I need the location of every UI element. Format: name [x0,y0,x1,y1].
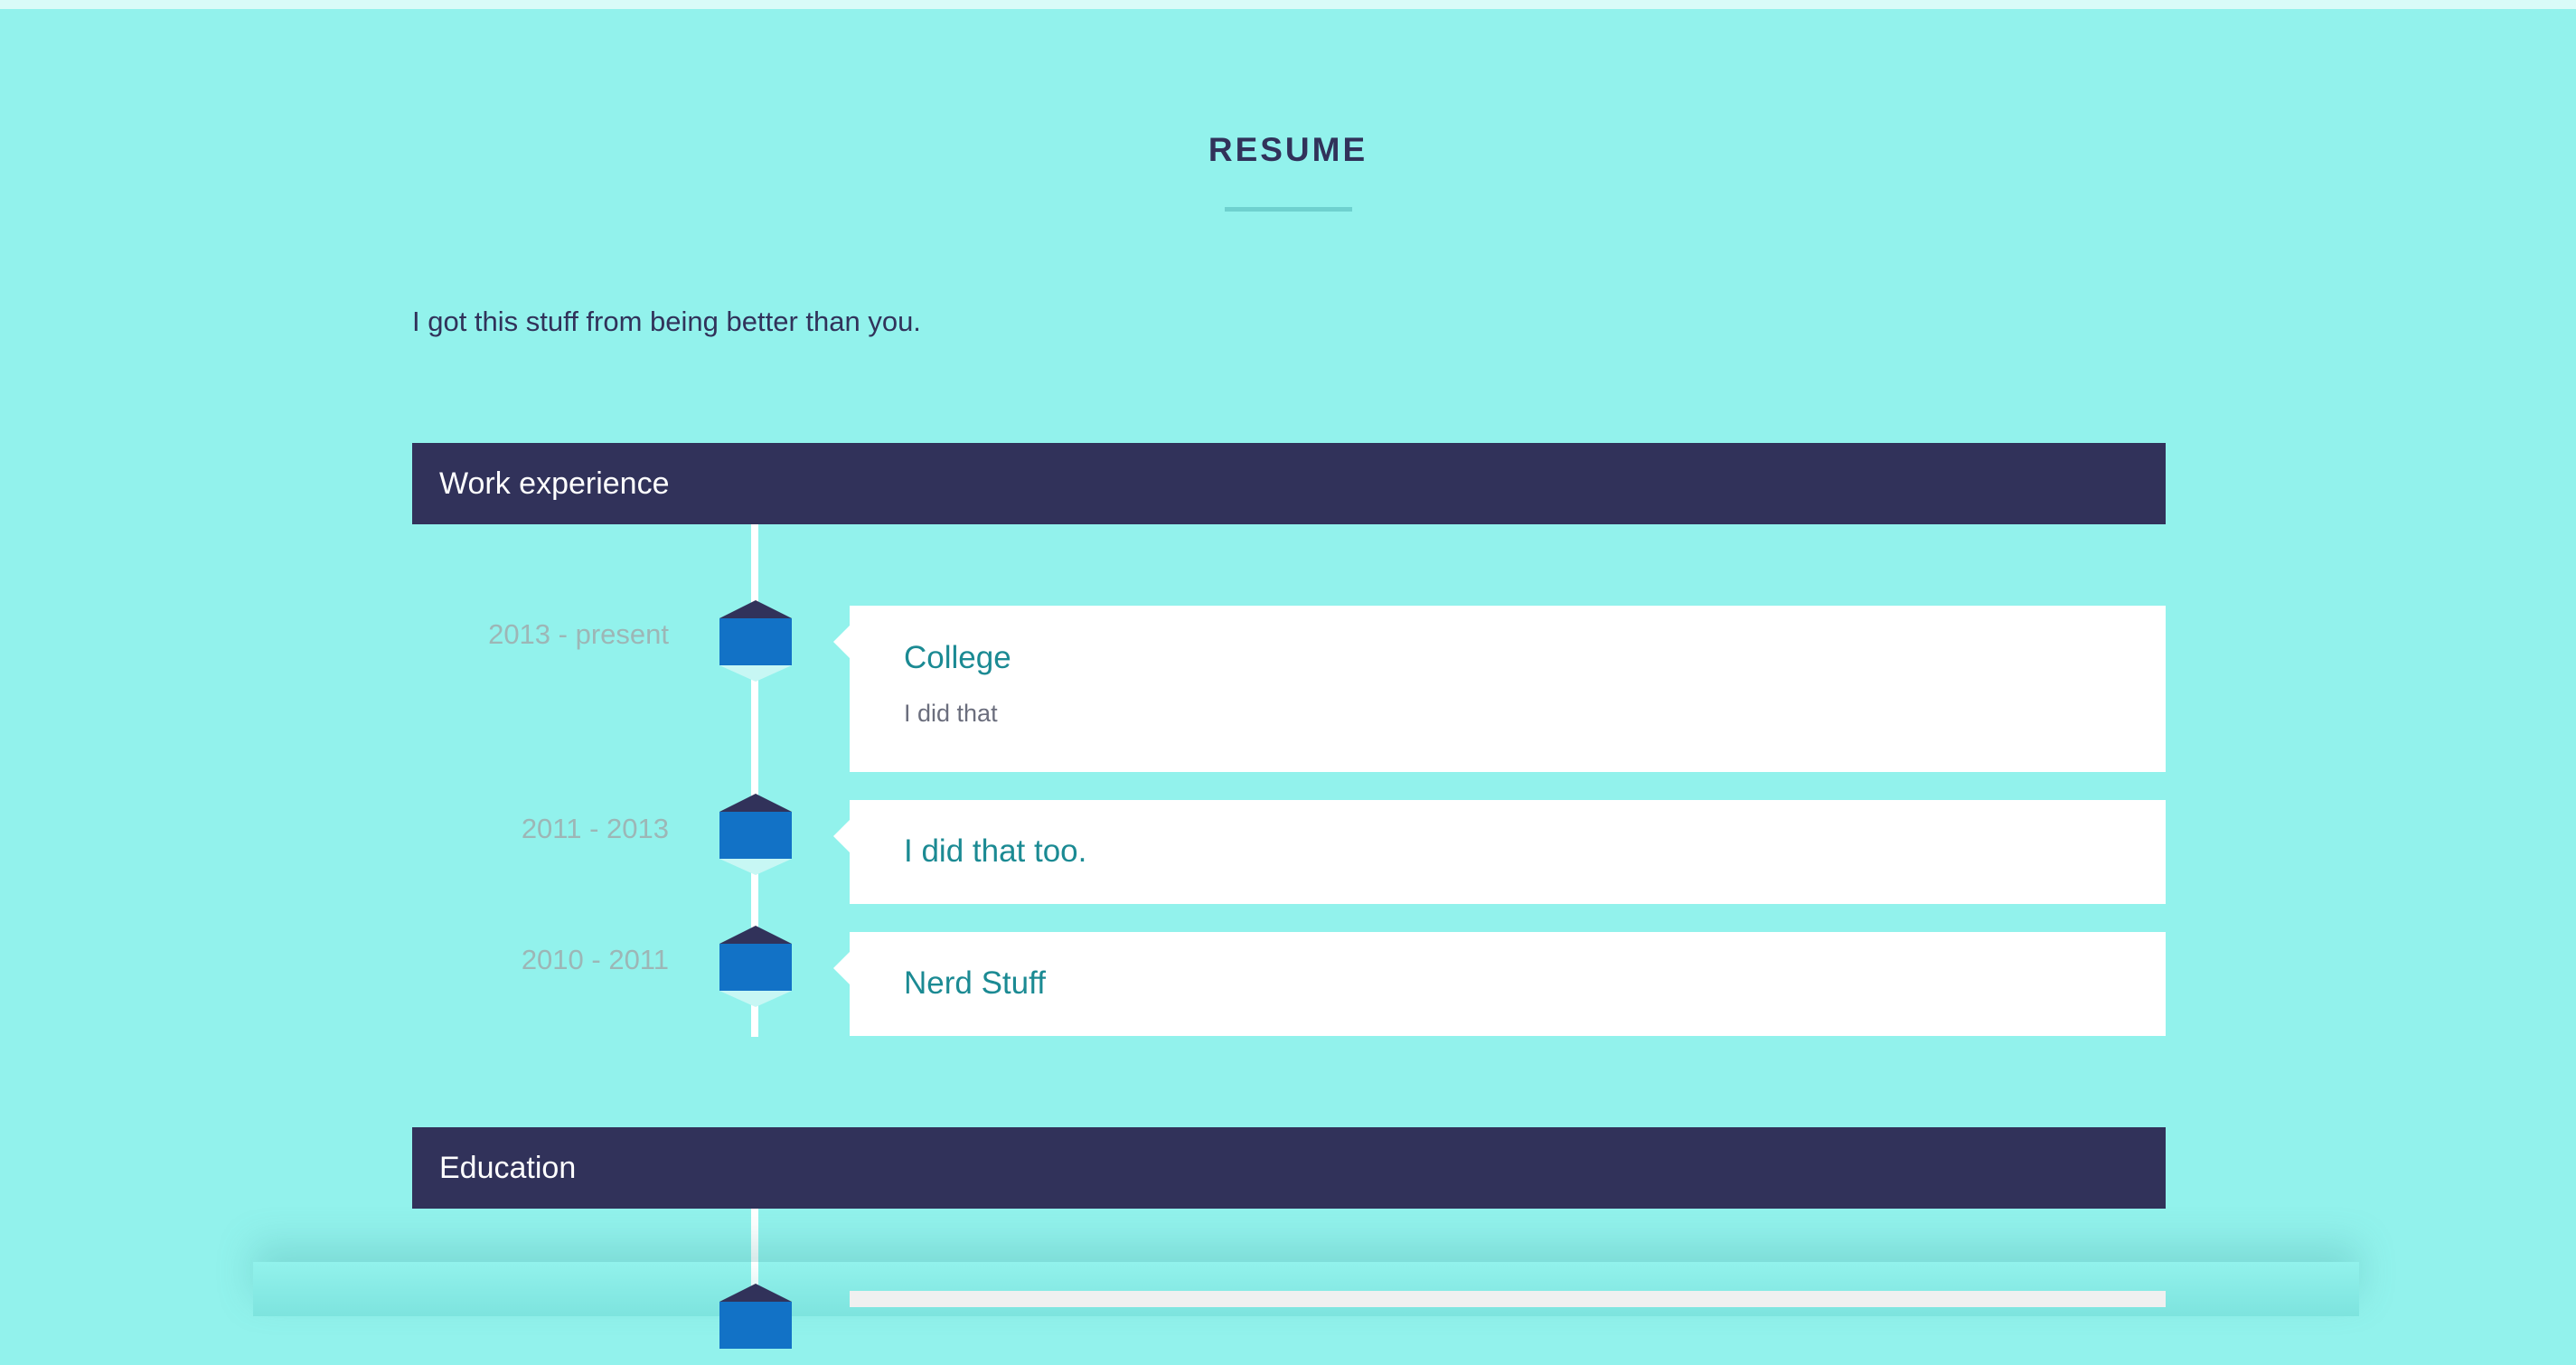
card-title: I did that too. [904,833,1087,869]
entry-dates: 2013 - present [488,618,669,650]
education-header: Education [412,1127,2166,1209]
scroll-fade [253,1262,2359,1316]
timeline-marker-icon [719,600,792,682]
timeline-card: I did that too. [833,800,2166,904]
section-intro: I got this stuff from being better than … [412,306,921,337]
card-title: Nerd Stuff [904,965,1046,1001]
top-bar [0,0,2576,9]
timeline-marker-icon [719,794,792,875]
title-underline [1225,207,1352,212]
timeline-marker-icon [719,1284,792,1365]
entry-dates: 2010 - 2011 [521,944,669,975]
card-description: I did that [904,700,998,727]
timeline-card [850,1291,2166,1307]
timeline-marker-icon [719,926,792,1007]
entry-dates: 2011 - 2013 [521,813,669,844]
timeline-card: Nerd Stuff [833,932,2166,1036]
section-title: RESUME [1208,131,1368,168]
timeline-card: College I did that [833,606,2166,772]
work-experience-header: Work experience [412,443,2166,524]
card-title: College [904,640,1011,675]
